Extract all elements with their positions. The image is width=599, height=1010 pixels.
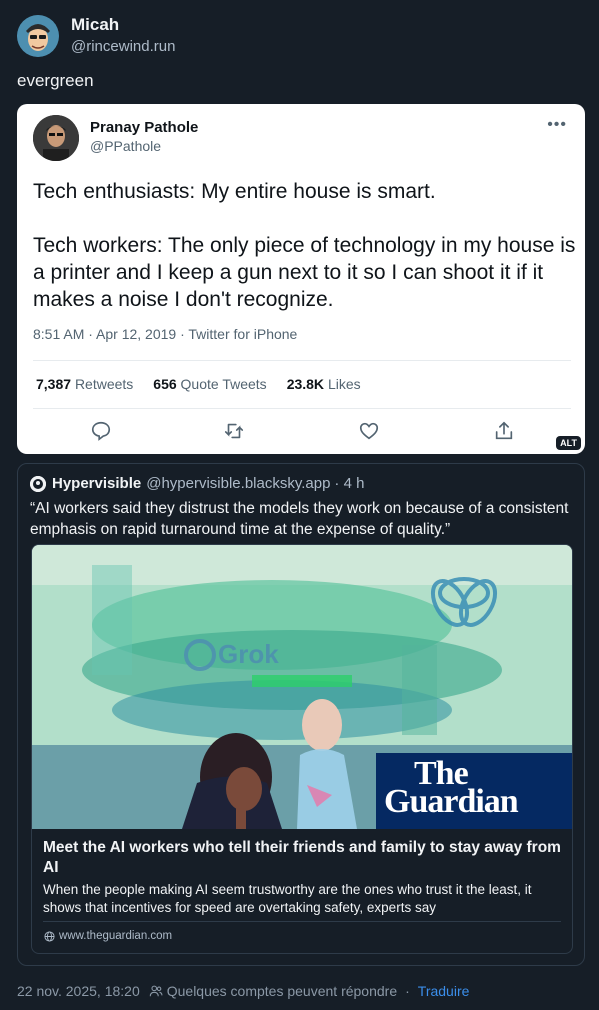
grok-text: Grok xyxy=(218,639,279,669)
people-icon xyxy=(149,985,163,997)
share-icon xyxy=(495,421,513,440)
quoted-author-handle: @hypervisible.blacksky.app xyxy=(146,475,331,492)
quoted-post[interactable]: Hypervisible @hypervisible.blacksky.app … xyxy=(17,463,585,966)
post-footer: 22 nov. 2025, 18:20 Quelques comptes peu… xyxy=(17,983,469,999)
link-card-title: Meet the AI workers who tell their frien… xyxy=(43,839,561,876)
link-card-domain: www.theguardian.com xyxy=(44,930,172,942)
divider xyxy=(33,408,571,409)
quoted-author-name: Hypervisible xyxy=(52,475,142,492)
guardian-logo-line-2: Guardian xyxy=(384,783,519,820)
tweet-actions xyxy=(17,420,585,444)
quoted-post-text: “AI workers said they distrust the model… xyxy=(30,500,569,538)
retweets-stat: 7,387 Retweets xyxy=(36,376,134,392)
quoted-post-header: Hypervisible @hypervisible.blacksky.app … xyxy=(30,475,364,492)
link-card-image: Grok The Guardian xyxy=(32,545,572,829)
tweet-body-line-1: Tech enthusiasts: My entire house is sma… xyxy=(33,180,436,203)
tweet-author-handle: @PPathole xyxy=(90,138,162,154)
tweet-meta: 8:51 AM · Apr 12, 2019 · Twitter for iPh… xyxy=(33,326,298,342)
footer-separator: · xyxy=(405,983,410,999)
post-timestamp: 22 nov. 2025, 18:20 xyxy=(17,983,140,999)
retweet-icon xyxy=(224,423,244,439)
alt-badge[interactable]: ALT xyxy=(556,436,581,450)
tweet-avatar xyxy=(33,115,79,161)
guardian-logo: The Guardian xyxy=(376,753,572,829)
author-handle[interactable]: @rincewind.run xyxy=(71,37,175,57)
divider xyxy=(43,921,561,922)
post-text: evergreen xyxy=(17,71,94,90)
embedded-image[interactable]: Pranay Pathole @PPathole ••• Tech enthus… xyxy=(17,104,585,454)
tweet-author-name: Pranay Pathole xyxy=(90,119,199,136)
heart-icon xyxy=(359,422,379,440)
reply-settings[interactable]: Quelques comptes peuvent répondre xyxy=(167,983,397,999)
link-card-description: When the people making AI seem trustwort… xyxy=(43,882,532,915)
reply-icon xyxy=(91,421,111,441)
quoted-post-time: · 4 h xyxy=(334,475,365,492)
globe-icon xyxy=(44,930,55,942)
avatar[interactable] xyxy=(17,15,59,57)
quotes-stat: 656 Quote Tweets xyxy=(153,376,267,392)
quoted-avatar xyxy=(30,475,46,492)
divider xyxy=(33,360,571,361)
more-icon: ••• xyxy=(547,116,567,133)
domain-text: www.theguardian.com xyxy=(59,930,173,942)
tweet-stats: 7,387 Retweets 656 Quote Tweets 23.8K Li… xyxy=(36,376,361,392)
post-header: Micah @rincewind.run xyxy=(17,15,175,57)
tweet-body: Tech enthusiasts: My entire house is sma… xyxy=(33,178,578,313)
likes-stat: 23.8K Likes xyxy=(286,376,361,392)
author-name[interactable]: Micah xyxy=(71,15,175,35)
tweet-body-line-2: Tech workers: The only piece of technolo… xyxy=(33,234,576,311)
translate-link[interactable]: Traduire xyxy=(418,983,470,999)
link-card[interactable]: Grok The Guardian Meet the AI workers wh… xyxy=(31,544,573,954)
